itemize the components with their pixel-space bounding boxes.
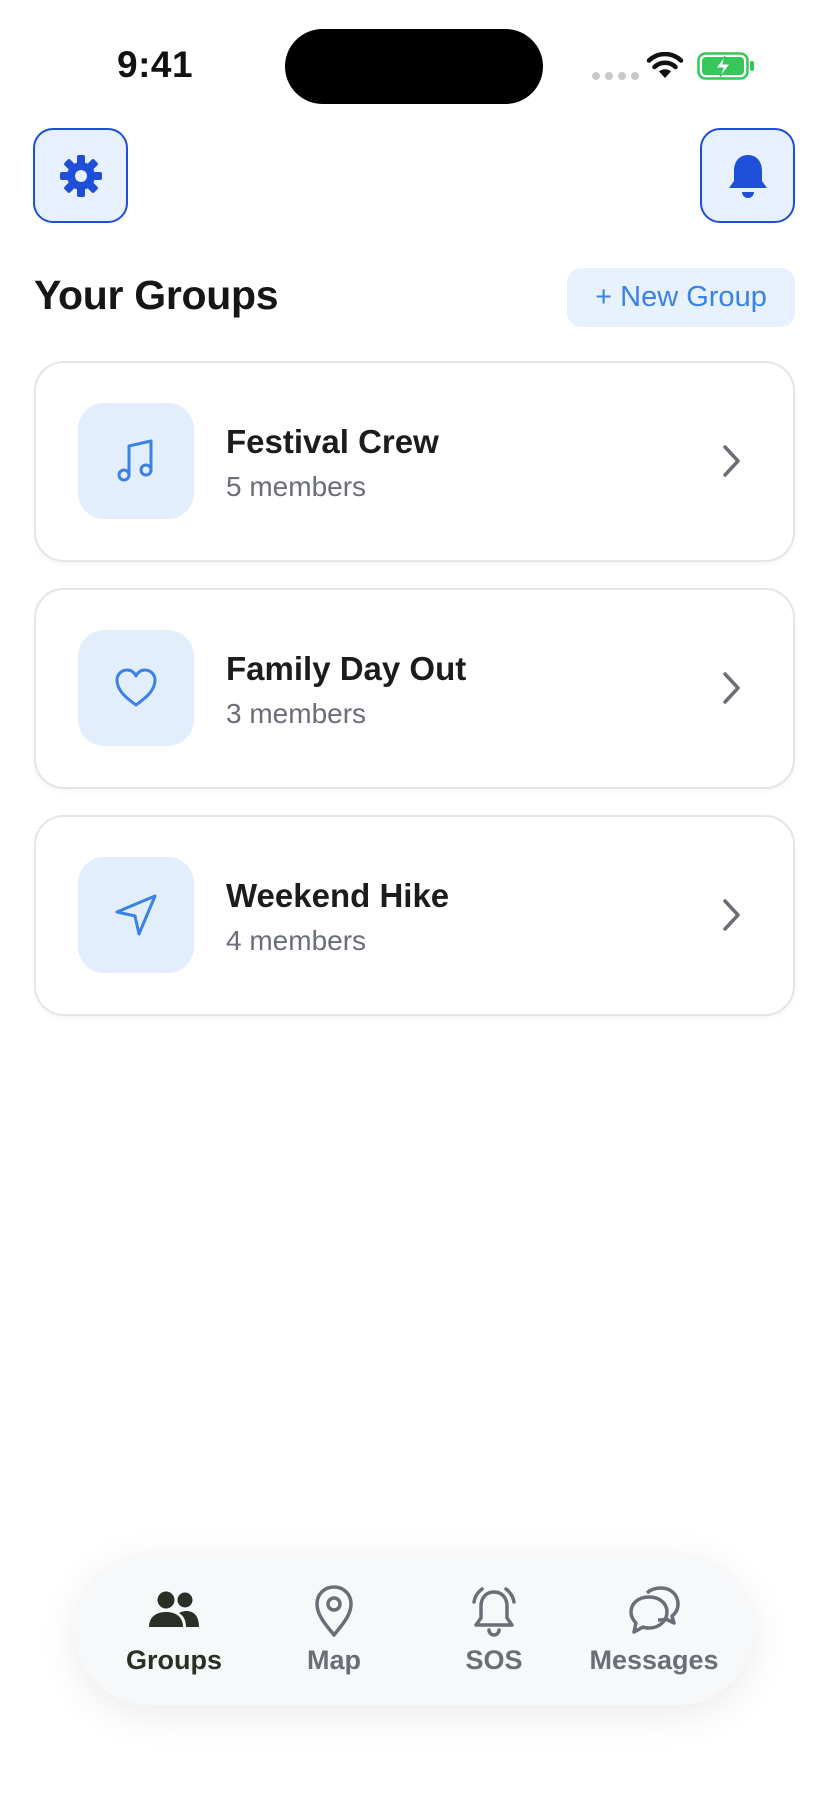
tab-sos[interactable]: SOS bbox=[419, 1569, 569, 1689]
battery-charging-icon bbox=[697, 52, 754, 80]
group-card-family-day-out[interactable]: Family Day Out 3 members bbox=[34, 588, 795, 789]
wifi-icon bbox=[646, 52, 684, 78]
chevron-right-icon bbox=[723, 672, 740, 704]
chevron-right-icon bbox=[723, 899, 740, 931]
navigation-arrow-icon bbox=[115, 894, 157, 936]
group-members-count: 4 members bbox=[226, 925, 367, 956]
cellular-signal-icon bbox=[592, 72, 639, 80]
screen: 9:41 Your Groups + New Group Festival Cr… bbox=[0, 0, 828, 1800]
group-card-festival-crew[interactable]: Festival Crew 5 members bbox=[34, 361, 795, 562]
group-icon-container bbox=[78, 403, 194, 519]
map-pin-icon bbox=[315, 1584, 353, 1637]
chevron-right-icon bbox=[723, 445, 740, 477]
group-name: Festival Crew bbox=[226, 423, 439, 460]
music-note-icon bbox=[117, 439, 153, 482]
status-time: 9:41 bbox=[117, 44, 194, 85]
bell-icon bbox=[728, 154, 767, 198]
tab-label: Groups bbox=[125, 1644, 222, 1675]
tab-label: Map bbox=[307, 1644, 361, 1675]
group-icon-container bbox=[78, 630, 194, 746]
group-members-count: 3 members bbox=[226, 698, 367, 729]
new-group-button[interactable]: + New Group bbox=[567, 268, 795, 327]
heart-icon bbox=[115, 668, 157, 707]
tab-messages[interactable]: Messages bbox=[579, 1569, 729, 1689]
page-title: Your Groups bbox=[34, 272, 279, 318]
group-members-count: 5 members bbox=[226, 471, 367, 502]
alarm-bell-icon bbox=[472, 1586, 516, 1637]
tab-bar: Groups Map SOS Messages bbox=[74, 1553, 754, 1705]
gear-icon bbox=[59, 154, 102, 197]
group-name: Weekend Hike bbox=[226, 877, 450, 914]
tab-groups[interactable]: Groups bbox=[99, 1569, 249, 1689]
chat-bubbles-icon bbox=[629, 1585, 680, 1634]
group-card-weekend-hike[interactable]: Weekend Hike 4 members bbox=[34, 815, 795, 1016]
tab-label: SOS bbox=[465, 1644, 523, 1675]
dynamic-island bbox=[285, 29, 543, 104]
group-name: Family Day Out bbox=[226, 650, 467, 687]
tab-map[interactable]: Map bbox=[259, 1569, 409, 1689]
notifications-button[interactable] bbox=[700, 128, 795, 223]
group-icon-container bbox=[78, 857, 194, 973]
settings-button[interactable] bbox=[33, 128, 128, 223]
people-icon bbox=[149, 1591, 199, 1627]
tab-label: Messages bbox=[589, 1644, 719, 1675]
